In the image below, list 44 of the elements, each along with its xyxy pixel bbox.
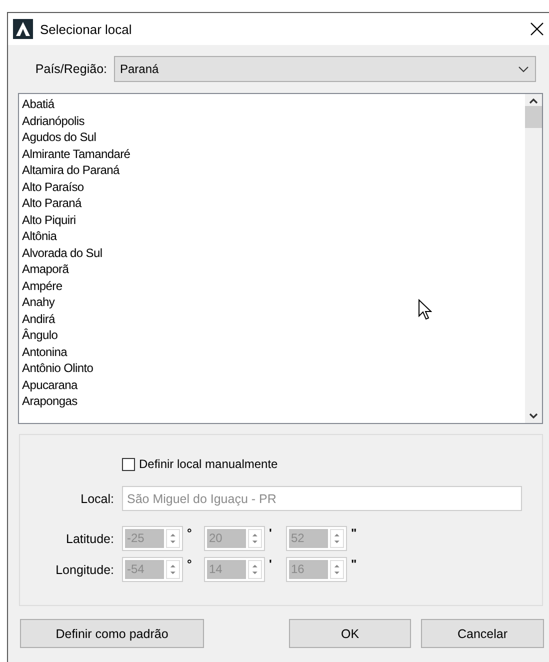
scroll-up-icon[interactable] bbox=[529, 98, 538, 104]
list-item[interactable]: Alto Paraíso bbox=[22, 178, 84, 195]
list-item[interactable]: Abatiá bbox=[22, 96, 54, 112]
list-item[interactable]: Altônia bbox=[22, 228, 57, 244]
list-item[interactable]: Ângulo bbox=[22, 327, 58, 344]
region-dropdown[interactable]: Paraná bbox=[114, 56, 536, 82]
list-item[interactable]: Amaporã bbox=[22, 261, 69, 278]
list-item[interactable]: Apucarana bbox=[22, 376, 78, 393]
chevron-down-icon bbox=[518, 66, 529, 72]
list-item[interactable]: Agudos do Sul bbox=[22, 129, 96, 146]
list-item[interactable]: Andirá bbox=[22, 310, 55, 327]
scroll-down-icon[interactable] bbox=[529, 413, 538, 419]
dialog-button[interactable]: Definir como padrão bbox=[20, 619, 204, 648]
close-icon[interactable] bbox=[530, 22, 544, 36]
unit-mark: ° bbox=[186, 557, 193, 571]
mouse-pointer-icon bbox=[418, 299, 432, 321]
unit-mark: ° bbox=[186, 526, 193, 540]
list-item[interactable]: Arapongas bbox=[22, 393, 78, 410]
coordinate-label: Latitude: bbox=[65, 532, 115, 546]
list-item[interactable]: Alto Paraná bbox=[22, 195, 82, 212]
list-item[interactable]: Alto Piquiri bbox=[22, 212, 76, 228]
unit-mark: ' bbox=[268, 557, 273, 571]
unit-mark: " bbox=[350, 526, 358, 540]
list-item[interactable]: Adrianópolis bbox=[22, 112, 84, 129]
unit-mark: " bbox=[350, 557, 358, 571]
coordinate-label: Longitude: bbox=[54, 562, 115, 576]
list-item[interactable]: Ampére bbox=[22, 278, 62, 294]
unit-mark: ' bbox=[268, 526, 273, 540]
scroll-thumb[interactable] bbox=[525, 106, 542, 128]
checkbox[interactable] bbox=[122, 458, 135, 470]
dialog-button[interactable]: Cancelar bbox=[421, 619, 544, 648]
scrollbar[interactable] bbox=[525, 94, 542, 423]
list-item[interactable]: Alvorada do Sul bbox=[22, 244, 102, 261]
window-title: Selecionar local bbox=[40, 22, 133, 36]
list-item[interactable]: Anahy bbox=[22, 294, 55, 310]
list-item[interactable]: Almirante Tamandaré bbox=[22, 146, 130, 162]
list-item[interactable]: Antônio Olinto bbox=[22, 360, 94, 376]
list-item[interactable]: Altamira do Paraná bbox=[22, 162, 120, 178]
list-item[interactable]: Antonina bbox=[22, 344, 67, 360]
region-label: País/Região: bbox=[34, 62, 108, 76]
local-label: Local: bbox=[80, 492, 115, 506]
dialog-button[interactable]: OK bbox=[289, 619, 411, 648]
app-logo-icon bbox=[13, 19, 33, 39]
checkbox-label[interactable]: Definir local manualmente bbox=[139, 457, 278, 471]
